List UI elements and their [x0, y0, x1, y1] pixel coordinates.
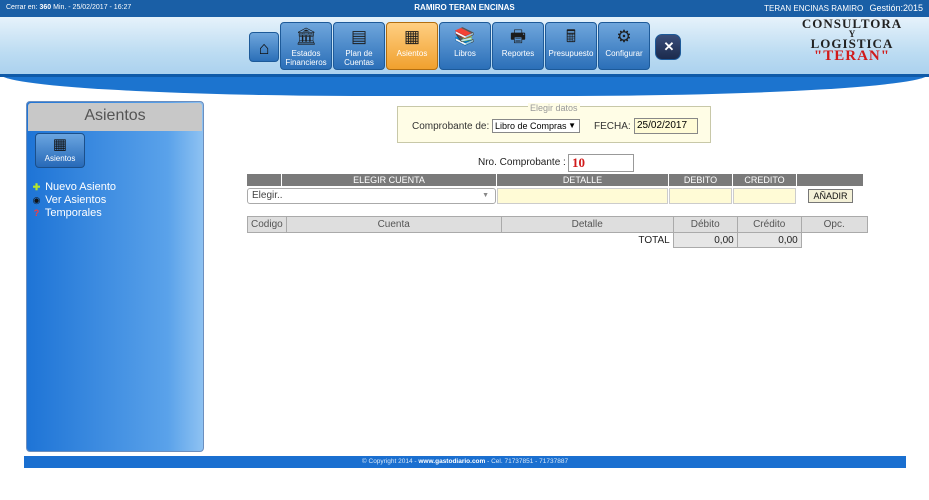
- credito-input[interactable]: [733, 188, 796, 204]
- footer-copyright: © Copyright 2014 -: [361, 458, 417, 465]
- header-debito: DEBITO: [669, 174, 732, 186]
- sidebar-item-ver-asientos[interactable]: ◉ Ver Asientos: [31, 194, 116, 207]
- col-codigo: Codigo: [247, 216, 287, 233]
- user-name: TERAN ENCINAS RAMIRO: [764, 4, 864, 13]
- nav-label-configurar: Configurar: [605, 49, 643, 58]
- calculator-icon: ▦: [403, 27, 421, 46]
- app-window: Cerrar en: 360 Min. - 25/02/2017 - 16:27…: [0, 0, 929, 500]
- table-header-row: Codigo Cuenta Detalle Débito Crédito Opc…: [247, 216, 868, 233]
- tools-icon: ⚙: [616, 27, 632, 46]
- user-info: TERAN ENCINAS RAMIRO Gestión:2015: [764, 3, 923, 13]
- footer-site-link[interactable]: www.gastodiario.com: [418, 458, 485, 465]
- sidebar-asientos-button[interactable]: ▦ Asientos: [35, 133, 85, 168]
- plus-icon: ✚: [32, 182, 41, 192]
- sidebar-button-label: Asientos: [44, 154, 76, 163]
- calculator-icon: ▦: [52, 136, 68, 153]
- close-icon: ✕: [663, 39, 675, 54]
- nav-label-estados: Estados Financieros: [281, 49, 331, 67]
- cuenta-placeholder: Elegir..: [252, 190, 283, 201]
- fecha-input[interactable]: 25/02/2017: [634, 118, 698, 134]
- nav-asientos[interactable]: ▦ Asientos: [386, 22, 438, 70]
- sidebar-item-label: Nuevo Asiento: [45, 181, 116, 193]
- cuenta-select[interactable]: Elegir.. ▼: [247, 188, 496, 204]
- sidebar-title: Asientos: [28, 103, 202, 131]
- asiento-table: Codigo Cuenta Detalle Débito Crédito Opc…: [247, 216, 868, 248]
- sidebar-item-temporales[interactable]: ? Temporales: [31, 207, 116, 220]
- fecha-label: FECHA:: [594, 121, 631, 132]
- chevron-down-icon: ▼: [568, 121, 576, 130]
- nav-label-estados-l2: Financieros: [285, 58, 327, 67]
- total-label: TOTAL: [638, 234, 670, 246]
- total-credito: 0,00: [736, 232, 802, 248]
- nav-plan-de-cuentas[interactable]: ▤ Plan de Cuentas: [333, 22, 385, 70]
- nav-presupuesto[interactable]: 🖩 Presupuesto: [545, 22, 597, 70]
- nav-label-asientos: Asientos: [396, 49, 428, 58]
- header-divider: [0, 74, 929, 77]
- header-detalle: DETALLE: [497, 174, 668, 186]
- nav-reportes[interactable]: 🖶 Reportes: [492, 22, 544, 70]
- entry-header-opc: [797, 174, 863, 186]
- comprobante-label: Comprobante de:: [412, 121, 490, 132]
- nav-label-libros: Libros: [454, 49, 476, 58]
- calculator-pen-icon: 🖩: [565, 27, 577, 46]
- entry-header-spacer: [247, 174, 281, 186]
- nav-label-reportes: Reportes: [501, 49, 535, 58]
- header-elegir-cuenta: ELEGIR CUENTA: [282, 174, 496, 186]
- sidebar-item-label: Temporales: [44, 207, 102, 219]
- total-debito: 0,00: [672, 232, 738, 248]
- total-row: TOTAL 0,00 0,00: [248, 232, 868, 248]
- logo-line1: CONSULTORA: [801, 16, 903, 31]
- question-icon: ?: [33, 208, 40, 218]
- nav-label-plan-l1: Plan de: [345, 49, 373, 58]
- top-bar: Cerrar en: 360 Min. - 25/02/2017 - 16:27…: [0, 0, 929, 17]
- col-credito: Crédito: [736, 216, 802, 233]
- home-icon: ⌂: [258, 38, 270, 58]
- nro-comprobante-label: Nro. Comprobante :: [478, 157, 566, 168]
- company-logo: CONSULTORA Y LOGISTICA "TERAN": [793, 16, 911, 64]
- sidebar-item-nuevo-asiento[interactable]: ✚ Nuevo Asiento: [31, 181, 116, 194]
- comprobante-value: Libro de Compras: [495, 121, 567, 131]
- sidebar-menu: ✚ Nuevo Asiento ◉ Ver Asientos ? Tempora…: [31, 181, 116, 220]
- debito-input[interactable]: [669, 188, 732, 204]
- chevron-down-icon: ▼: [482, 192, 489, 199]
- nav-label-plan-l2: Cuentas: [344, 58, 374, 67]
- sidebar: Asientos ▦ Asientos ✚ Nuevo Asiento ◉ Ve…: [26, 101, 204, 452]
- sidebar-item-label: Ver Asientos: [45, 194, 107, 206]
- exit-button[interactable]: ✕: [655, 34, 681, 60]
- nav-label-presupuesto: Presupuesto: [548, 49, 594, 58]
- eye-icon: ◉: [32, 195, 41, 205]
- col-opc: Opc.: [800, 216, 868, 233]
- elegir-datos-fieldset: Elegir datos Comprobante de: Libro de Co…: [397, 103, 711, 143]
- add-button[interactable]: AÑADIR: [808, 189, 853, 203]
- comprobante-select[interactable]: Libro de Compras ▼: [492, 119, 580, 133]
- nav-label-plan: Plan de Cuentas: [334, 49, 384, 67]
- col-detalle: Detalle: [500, 216, 674, 233]
- logo-line4: "TERAN": [813, 48, 891, 64]
- nro-comprobante-input[interactable]: 10: [568, 154, 634, 172]
- header-credito: CREDITO: [733, 174, 796, 186]
- footer-contact: - Cel. 71737851 - 71737887: [487, 458, 569, 465]
- main-nav: ⌂ 🏛 Estados Financieros ▤ Plan de Cuenta…: [249, 22, 682, 70]
- books-icon: 📚: [454, 27, 476, 46]
- header-wave: [0, 74, 929, 96]
- footer: © Copyright 2014 - www.gastodiario.com -…: [24, 456, 906, 468]
- fieldset-legend: Elegir datos: [528, 103, 580, 113]
- home-button[interactable]: ⌂: [249, 32, 279, 62]
- total-opc-empty: [801, 233, 867, 248]
- ledger-icon: ▤: [350, 27, 368, 46]
- col-debito: Débito: [672, 216, 738, 233]
- printer-icon: 🖶: [509, 27, 527, 46]
- nav-libros[interactable]: 📚 Libros: [439, 22, 491, 70]
- col-cuenta: Cuenta: [285, 216, 502, 233]
- bank-icon: 🏛: [295, 27, 317, 46]
- gestion-label: Gestión:2015: [869, 3, 923, 13]
- detalle-input[interactable]: [497, 188, 668, 204]
- nav-label-estados-l1: Estados: [291, 49, 321, 58]
- nav-configurar[interactable]: ⚙ Configurar: [598, 22, 650, 70]
- nav-estados-financieros[interactable]: 🏛 Estados Financieros: [280, 22, 332, 70]
